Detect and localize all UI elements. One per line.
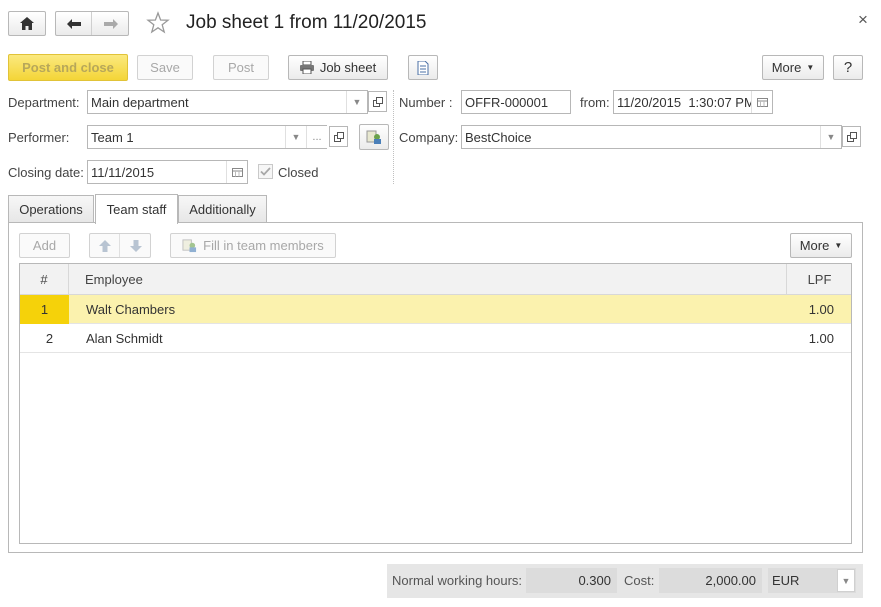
post-and-close-button[interactable]: Post and close — [8, 54, 128, 81]
open-icon — [333, 131, 344, 142]
currency-dropdown[interactable]: ▼ — [837, 569, 855, 592]
team-fill-icon — [182, 239, 197, 253]
company-field[interactable]: BestChoice — [461, 125, 842, 149]
more-button[interactable]: More ▼ — [762, 55, 824, 80]
performer-choose-button[interactable]: ... — [306, 126, 327, 148]
tab-operations-label: Operations — [19, 202, 83, 217]
tab-team-staff-label: Team staff — [106, 202, 167, 217]
add-button[interactable]: Add — [19, 233, 70, 258]
tab-team-staff[interactable]: Team staff — [95, 194, 178, 224]
row-lpf: 1.00 — [808, 302, 834, 317]
number-label: Number : — [399, 95, 453, 110]
open-icon — [372, 96, 383, 107]
fill-team-button[interactable] — [359, 124, 389, 150]
normal-working-hours-value: 0.300 — [526, 568, 617, 593]
closed-label: Closed — [278, 165, 319, 180]
row-employee: Walt Chambers — [86, 302, 176, 317]
document-icon — [417, 60, 429, 75]
cost-value: 2,000.00 — [659, 568, 762, 593]
save-button[interactable]: Save — [137, 55, 193, 80]
table-more-button[interactable]: More ▼ — [790, 233, 852, 258]
home-button[interactable] — [8, 11, 46, 36]
row-number: 2 — [45, 331, 54, 346]
job-sheet-button[interactable]: Job sheet — [288, 55, 388, 80]
arrow-left-icon — [66, 18, 81, 29]
move-up-button[interactable] — [90, 234, 120, 257]
performer-value: Team 1 — [91, 129, 134, 145]
help-button[interactable]: ? — [833, 55, 863, 80]
history-nav — [55, 11, 129, 36]
table-row[interactable]: 2 Alan Schmidt 1.00 — [20, 324, 851, 353]
row-number: 1 — [20, 295, 69, 324]
from-calendar-button[interactable] — [751, 91, 772, 113]
favorite-star[interactable] — [146, 11, 170, 35]
tab-additionally-label: Additionally — [189, 202, 256, 217]
closing-date-field[interactable]: 11/11/2015 — [87, 160, 248, 184]
company-dropdown[interactable]: ▼ — [820, 126, 841, 148]
job-sheet-label: Job sheet — [319, 60, 377, 75]
department-value: Main department — [91, 94, 189, 110]
forward-button[interactable] — [93, 12, 129, 35]
column-header-number[interactable]: # — [20, 264, 69, 294]
row-lpf: 1.00 — [808, 331, 834, 346]
team-fill-icon — [366, 130, 381, 144]
arrow-down-icon — [130, 239, 142, 252]
company-value: BestChoice — [465, 129, 532, 145]
closing-date-label: Closing date: — [8, 165, 84, 180]
closed-checkbox[interactable] — [258, 164, 273, 179]
company-label: Company: — [399, 130, 459, 145]
currency-value: EUR — [772, 573, 800, 588]
from-date-field[interactable]: 11/20/2015 1:30:07 PM — [613, 90, 773, 114]
from-date-value: 11/20/2015 1:30:07 PM — [617, 94, 755, 110]
back-button[interactable] — [56, 12, 92, 35]
home-icon — [20, 17, 34, 30]
calendar-button[interactable] — [226, 161, 247, 183]
from-label: from: — [580, 95, 610, 110]
printer-icon — [299, 61, 314, 74]
closing-date-value: 11/11/2015 — [91, 164, 155, 180]
performer-dropdown[interactable]: ▼ — [285, 126, 306, 148]
move-buttons — [89, 233, 151, 258]
close-icon[interactable]: × — [858, 10, 868, 30]
arrow-right-icon — [104, 18, 118, 29]
table-row[interactable]: 1 Walt Chambers 1.00 — [20, 295, 851, 324]
number-field[interactable]: OFFR-000001 — [461, 90, 571, 114]
company-open-button[interactable] — [842, 126, 861, 147]
checkmark-icon — [260, 167, 271, 176]
move-down-button[interactable] — [121, 234, 151, 257]
arrow-up-icon — [98, 239, 111, 252]
row-employee: Alan Schmidt — [86, 331, 163, 346]
more-label: More — [771, 60, 802, 75]
calendar-icon — [231, 167, 243, 177]
fill-in-team-members-button[interactable]: Fill in team members — [170, 233, 336, 258]
department-open-button[interactable] — [368, 91, 387, 112]
performer-open-button[interactable] — [329, 126, 348, 147]
department-label: Department: — [8, 95, 80, 110]
dropdown-arrow-icon: ▼ — [834, 241, 843, 250]
number-value: OFFR-000001 — [465, 94, 549, 110]
table-more-label: More — [799, 238, 830, 253]
column-header-employee[interactable]: Employee — [70, 264, 787, 294]
tab-operations[interactable]: Operations — [8, 195, 94, 223]
table-header: # Employee LPF — [20, 264, 851, 295]
department-field[interactable]: Main department — [87, 90, 368, 114]
post-button[interactable]: Post — [213, 55, 269, 80]
open-icon — [846, 131, 857, 142]
normal-working-hours-label: Normal working hours: — [392, 573, 523, 588]
tab-additionally[interactable]: Additionally — [178, 195, 267, 223]
fill-in-team-members-label: Fill in team members — [203, 238, 324, 253]
document-button[interactable] — [408, 55, 438, 80]
department-dropdown[interactable]: ▼ — [346, 91, 367, 113]
calendar-icon — [756, 97, 768, 107]
page-title: Job sheet 1 from 11/20/2015 — [186, 12, 427, 33]
star-icon — [146, 11, 170, 34]
column-header-lpf[interactable]: LPF — [788, 264, 851, 294]
dropdown-arrow-icon: ▼ — [806, 63, 815, 72]
column-separator — [393, 90, 394, 184]
performer-label: Performer: — [8, 130, 70, 145]
cost-label: Cost: — [624, 573, 655, 588]
